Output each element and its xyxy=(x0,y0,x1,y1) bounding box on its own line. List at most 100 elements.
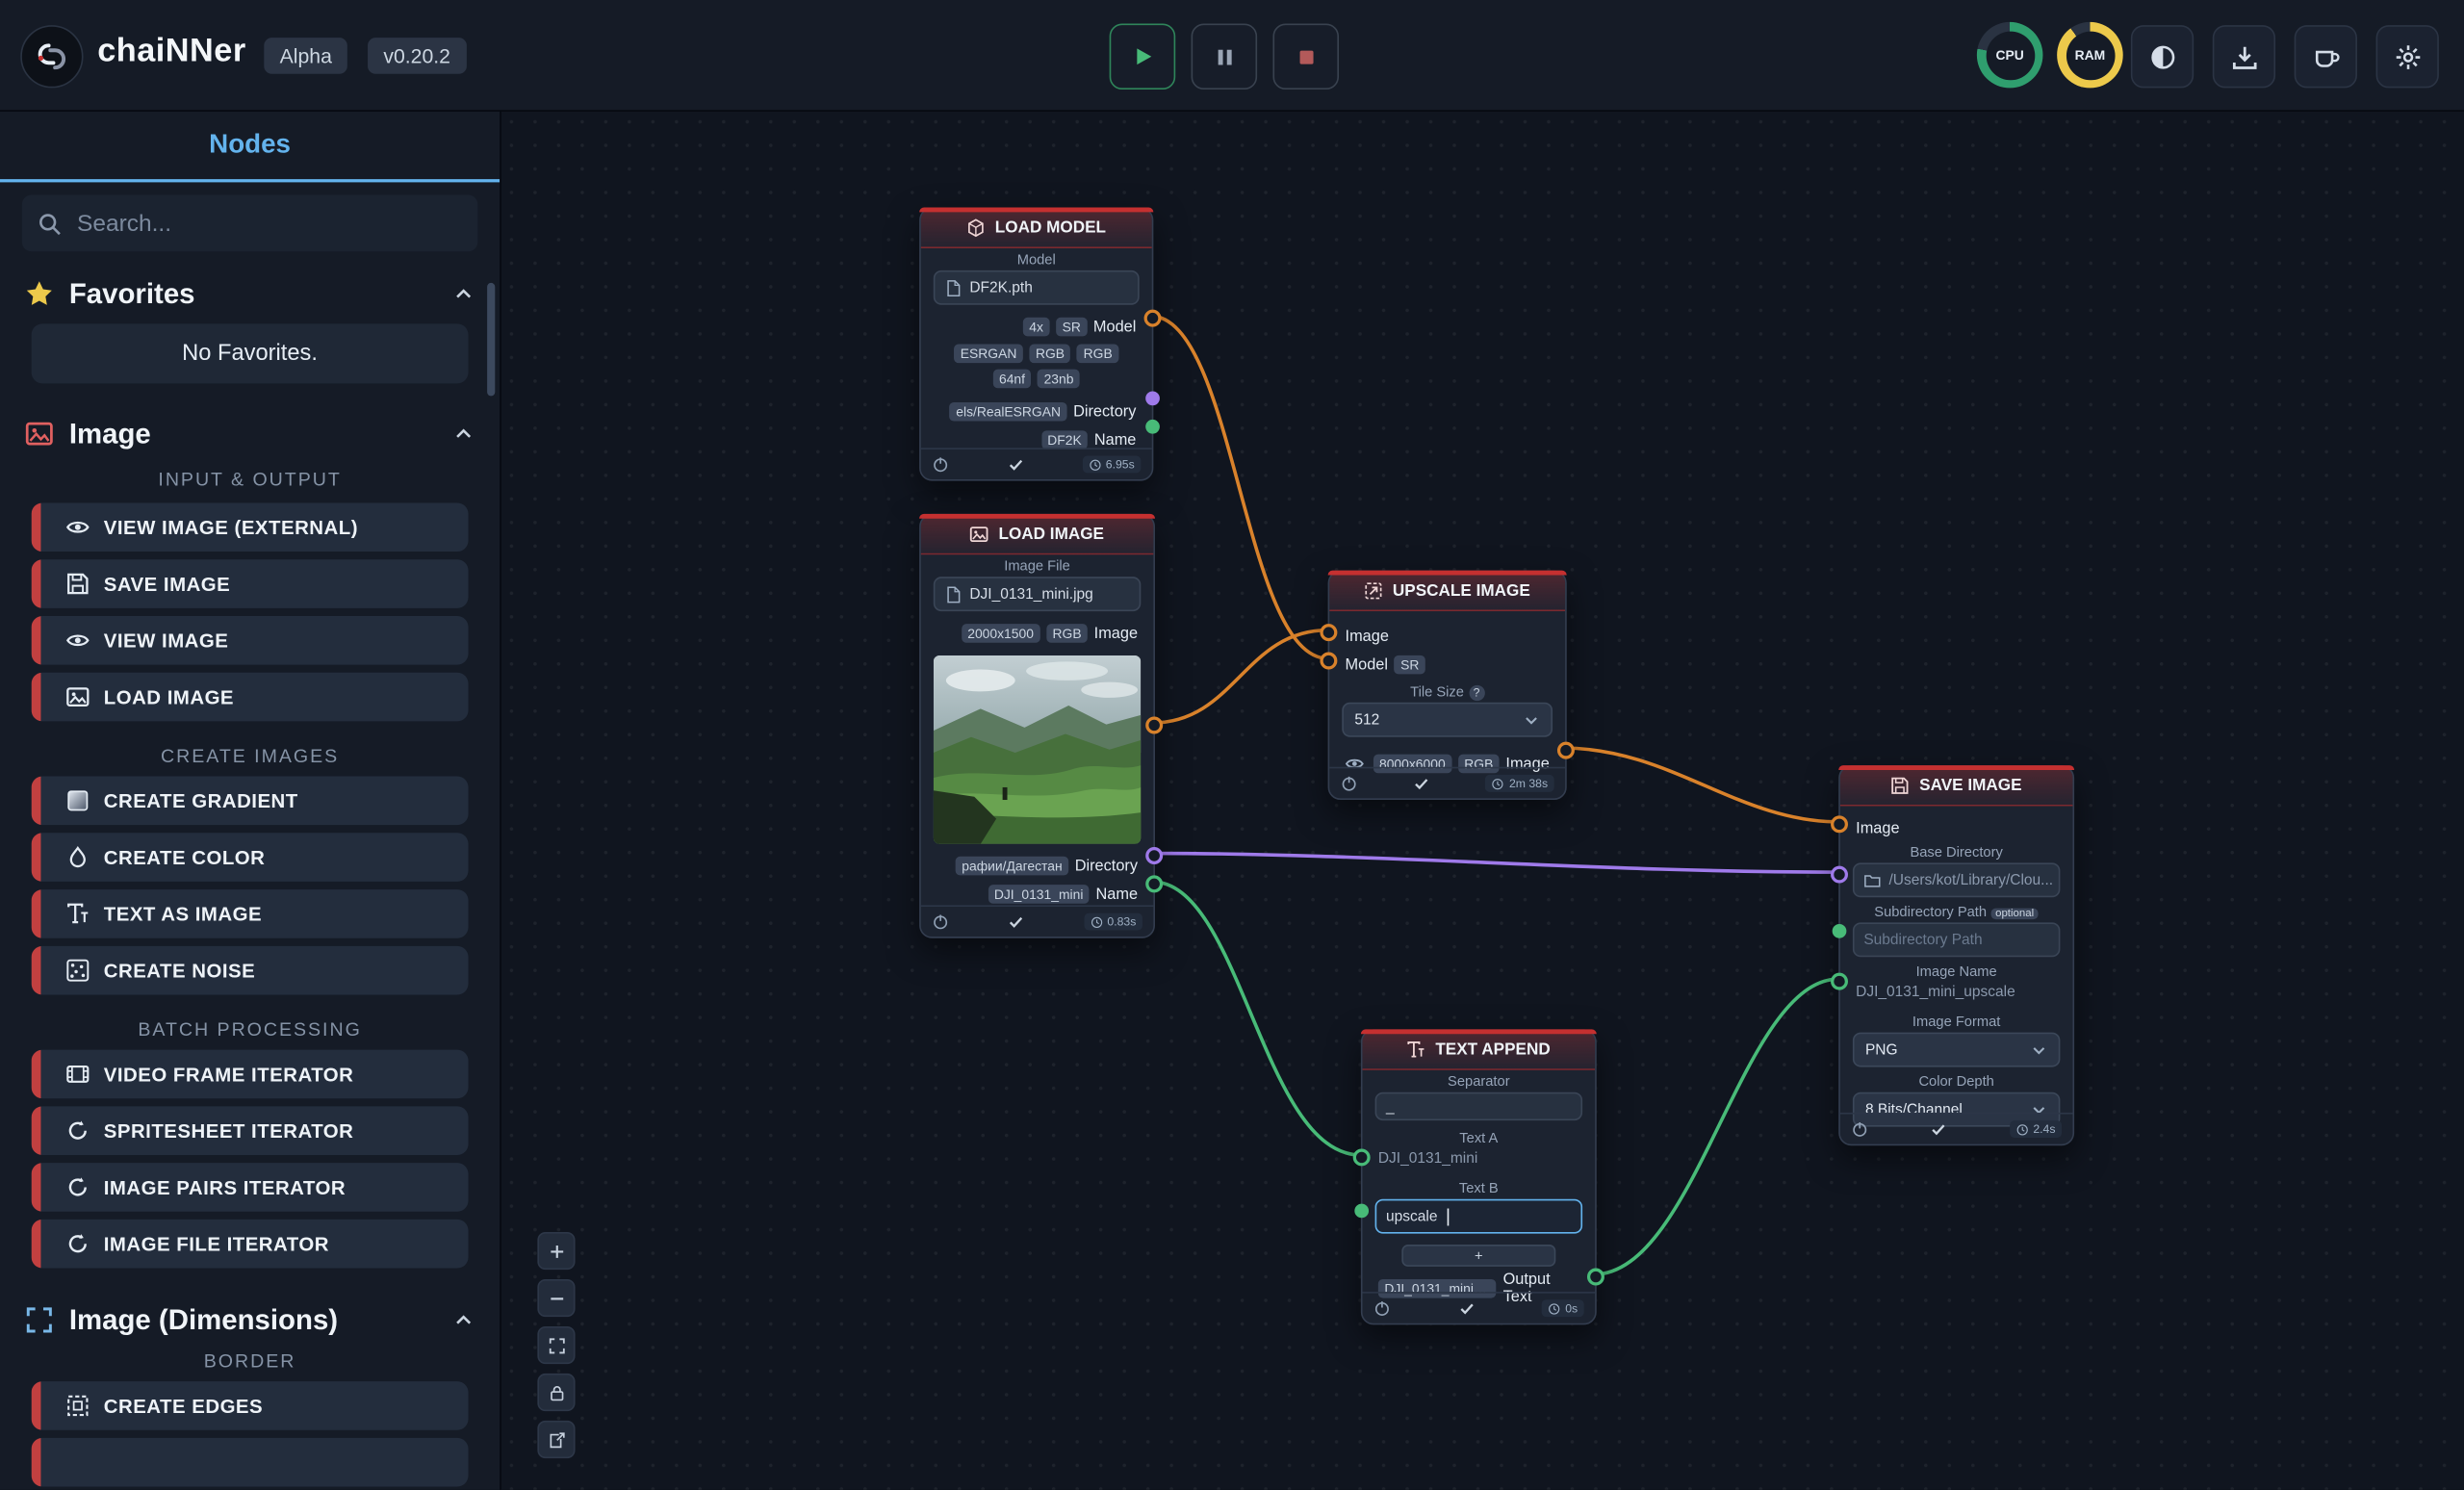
disable-toggle-icon[interactable] xyxy=(1851,1120,1868,1138)
pause-button[interactable] xyxy=(1192,23,1258,90)
node-editor-canvas[interactable]: LOAD MODEL Model DF2K.pth 4x SR Model ES… xyxy=(500,110,2464,1489)
handle-text-a-input[interactable] xyxy=(1353,1148,1371,1166)
app-logo xyxy=(20,25,83,88)
folder-icon xyxy=(1863,871,1881,888)
handle-image-output[interactable] xyxy=(1145,716,1163,733)
node-header[interactable]: SAVE IMAGE xyxy=(1840,767,2073,807)
handle-image-input[interactable] xyxy=(1831,815,1848,833)
droplet-icon xyxy=(66,845,90,868)
handle-name-output[interactable] xyxy=(1145,875,1163,892)
handle-model-output[interactable] xyxy=(1144,309,1162,326)
sidebar-item-image-file-iterator[interactable]: IMAGE FILE ITERATOR xyxy=(32,1220,469,1269)
handle-directory-output[interactable] xyxy=(1145,391,1160,405)
text-b-input[interactable]: upscale xyxy=(1375,1199,1583,1234)
item-label: VIEW IMAGE (EXTERNAL) xyxy=(104,516,358,538)
separator-input[interactable]: _ xyxy=(1375,1092,1583,1120)
node-footer: 0.83s xyxy=(921,905,1154,937)
run-button[interactable] xyxy=(1110,23,1176,90)
node-header[interactable]: LOAD MODEL xyxy=(921,209,1152,248)
disable-toggle-icon[interactable] xyxy=(1373,1299,1391,1317)
node-load-model[interactable]: LOAD MODEL Model DF2K.pth 4x SR Model ES… xyxy=(919,208,1153,481)
handle-text-b-input[interactable] xyxy=(1354,1203,1369,1218)
export-image-button[interactable] xyxy=(537,1421,575,1458)
run-time: 6.95s xyxy=(1106,457,1135,472)
handle-image-name-input[interactable] xyxy=(1831,972,1848,989)
disable-toggle-icon[interactable] xyxy=(1341,775,1358,792)
node-load-image[interactable]: LOAD IMAGE Image File DJI_0131_mini.jpg … xyxy=(919,514,1155,938)
sidebar-item-load-image[interactable]: LOAD IMAGE xyxy=(32,673,469,722)
model-file-input[interactable]: DF2K.pth xyxy=(934,270,1140,305)
file-name: DF2K.pth xyxy=(969,279,1033,296)
handle-image-input[interactable] xyxy=(1320,623,1337,640)
star-icon xyxy=(25,280,53,308)
alpha-badge: Alpha xyxy=(264,38,347,74)
help-icon[interactable]: ? xyxy=(1469,685,1484,701)
node-save-image[interactable]: SAVE IMAGE Image Base Directory /Users/k… xyxy=(1838,765,2074,1145)
section-image-dimensions-header[interactable]: Image (Dimensions) xyxy=(25,1299,475,1340)
sidebar-item-view-image[interactable]: VIEW IMAGE xyxy=(32,616,469,665)
image-icon xyxy=(970,525,989,544)
subdirectory-input[interactable]: Subdirectory Path xyxy=(1853,922,2061,957)
section-image-header[interactable]: Image xyxy=(25,412,475,456)
zoom-out-button[interactable] xyxy=(537,1279,575,1317)
section-favorites-header[interactable]: Favorites xyxy=(25,273,475,314)
base-directory-input[interactable]: /Users/kot/Library/Clou... xyxy=(1853,862,2061,897)
node-upscale-image[interactable]: UPSCALE IMAGE Image Model SR Tile Size? … xyxy=(1328,571,1567,800)
handle-base-directory-input[interactable] xyxy=(1831,865,1848,883)
sidebar-item-create-edges[interactable]: CREATE EDGES xyxy=(32,1381,469,1430)
kofi-icon xyxy=(2312,43,2339,70)
image-category-icon xyxy=(25,420,53,448)
sidebar-item-image-pairs-iterator[interactable]: IMAGE PAIRS ITERATOR xyxy=(32,1163,469,1212)
zoom-in-button[interactable] xyxy=(537,1232,575,1270)
canvas-controls xyxy=(537,1232,575,1458)
sidebar-item-text-as-image[interactable]: TEXT AS IMAGE xyxy=(32,889,469,938)
stop-button[interactable] xyxy=(1272,23,1339,90)
handle-output-text[interactable] xyxy=(1587,1268,1604,1285)
disable-toggle-icon[interactable] xyxy=(932,455,949,473)
sidebar-item-create-noise[interactable]: CREATE NOISE xyxy=(32,946,469,995)
tile-size-select[interactable]: 512 xyxy=(1342,703,1553,737)
add-text-input-button[interactable]: + xyxy=(1401,1245,1555,1267)
color-mode-toggle-button[interactable] xyxy=(2131,25,2194,88)
handle-subdirectory-input[interactable] xyxy=(1833,923,1847,938)
image-file-input[interactable]: DJI_0131_mini.jpg xyxy=(934,577,1142,611)
gradient-icon xyxy=(66,789,90,812)
text-cursor xyxy=(1447,1208,1449,1225)
handle-directory-output[interactable] xyxy=(1145,846,1163,863)
item-label: IMAGE FILE ITERATOR xyxy=(104,1233,329,1255)
sidebar-item-clipped[interactable] xyxy=(32,1438,469,1487)
handle-model-input[interactable] xyxy=(1320,652,1337,669)
image-icon xyxy=(66,685,90,708)
node-header[interactable]: TEXT APPEND xyxy=(1363,1031,1596,1070)
tab-nodes[interactable]: Nodes xyxy=(209,129,291,161)
node-footer: 6.95s xyxy=(921,448,1152,479)
save-icon xyxy=(1891,777,1911,796)
handle-name-output[interactable] xyxy=(1145,419,1160,433)
sidebar-item-create-color[interactable]: CREATE COLOR xyxy=(32,833,469,882)
settings-button[interactable] xyxy=(2376,25,2439,88)
node-header[interactable]: UPSCALE IMAGE xyxy=(1329,572,1565,611)
sidebar-item-create-gradient[interactable]: CREATE GRADIENT xyxy=(32,777,469,826)
input-value: _ xyxy=(1386,1097,1395,1115)
disable-toggle-icon[interactable] xyxy=(932,913,949,931)
sidebar-scrollbar[interactable] xyxy=(487,283,495,397)
image-format-select[interactable]: PNG xyxy=(1853,1033,2061,1067)
field-label: Model xyxy=(921,251,1152,267)
search-input[interactable] xyxy=(74,208,462,238)
fit-view-button[interactable] xyxy=(537,1326,575,1364)
group-label: BATCH PROCESSING xyxy=(0,1018,500,1040)
node-text-append[interactable]: TEXT APPEND Separator _ Text A DJI_0131_… xyxy=(1361,1029,1597,1324)
download-button[interactable] xyxy=(2213,25,2275,88)
app-window: chaiNNer Alpha v0.20.2 CPU RAM Nodes Fav… xyxy=(0,0,2464,1490)
eye-icon xyxy=(66,629,90,652)
handle-image-output[interactable] xyxy=(1557,741,1575,758)
sidebar-item-view-image-external[interactable]: VIEW IMAGE (EXTERNAL) xyxy=(32,502,469,552)
node-header[interactable]: LOAD IMAGE xyxy=(921,516,1154,555)
sidebar-item-save-image[interactable]: SAVE IMAGE xyxy=(32,559,469,608)
sidebar-item-video-frame-iterator[interactable]: VIDEO FRAME ITERATOR xyxy=(32,1050,469,1099)
sidebar-item-spritesheet-iterator[interactable]: SPRITESHEET ITERATOR xyxy=(32,1106,469,1155)
kofi-button[interactable] xyxy=(2295,25,2357,88)
chevron-down-icon xyxy=(2030,1041,2047,1059)
text-icon xyxy=(66,902,90,925)
lock-canvas-button[interactable] xyxy=(537,1374,575,1411)
